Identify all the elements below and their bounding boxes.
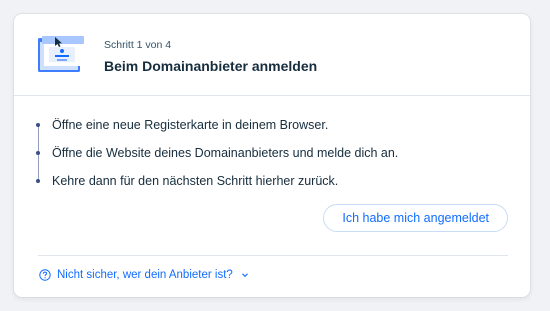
instruction-item: Kehre dann für den nächsten Schritt hier… — [36, 173, 510, 201]
bullet-dot — [36, 151, 40, 155]
logged-in-button[interactable]: Ich habe mich angemeldet — [323, 204, 508, 232]
bullet-dot — [36, 179, 40, 183]
provider-help-link[interactable]: Nicht sicher, wer dein Anbieter ist? — [39, 269, 250, 281]
question-circle-icon — [39, 269, 51, 281]
instruction-item: Öffne eine neue Registerkarte in deinem … — [36, 117, 510, 145]
instruction-text: Öffne eine neue Registerkarte in deinem … — [52, 118, 329, 132]
setup-step-card: Schritt 1 von 4 Beim Domainanbieter anme… — [14, 14, 530, 297]
instruction-list: Öffne eine neue Registerkarte in deinem … — [36, 117, 510, 201]
browser-login-illustration — [38, 36, 86, 76]
instruction-text: Kehre dann für den nächsten Schritt hier… — [52, 174, 339, 188]
step-counter: Schritt 1 von 4 — [104, 39, 172, 51]
instruction-text: Öffne die Website deines Domainanbieters… — [52, 146, 399, 160]
chevron-down-icon — [240, 270, 250, 280]
help-link-label: Nicht sicher, wer dein Anbieter ist? — [57, 269, 233, 281]
step-title: Beim Domainanbieter anmelden — [104, 58, 318, 74]
bullet-dot — [36, 123, 40, 127]
instruction-item: Öffne die Website deines Domainanbieters… — [36, 145, 510, 173]
card-header: Schritt 1 von 4 Beim Domainanbieter anme… — [14, 14, 530, 96]
divider — [38, 255, 508, 256]
